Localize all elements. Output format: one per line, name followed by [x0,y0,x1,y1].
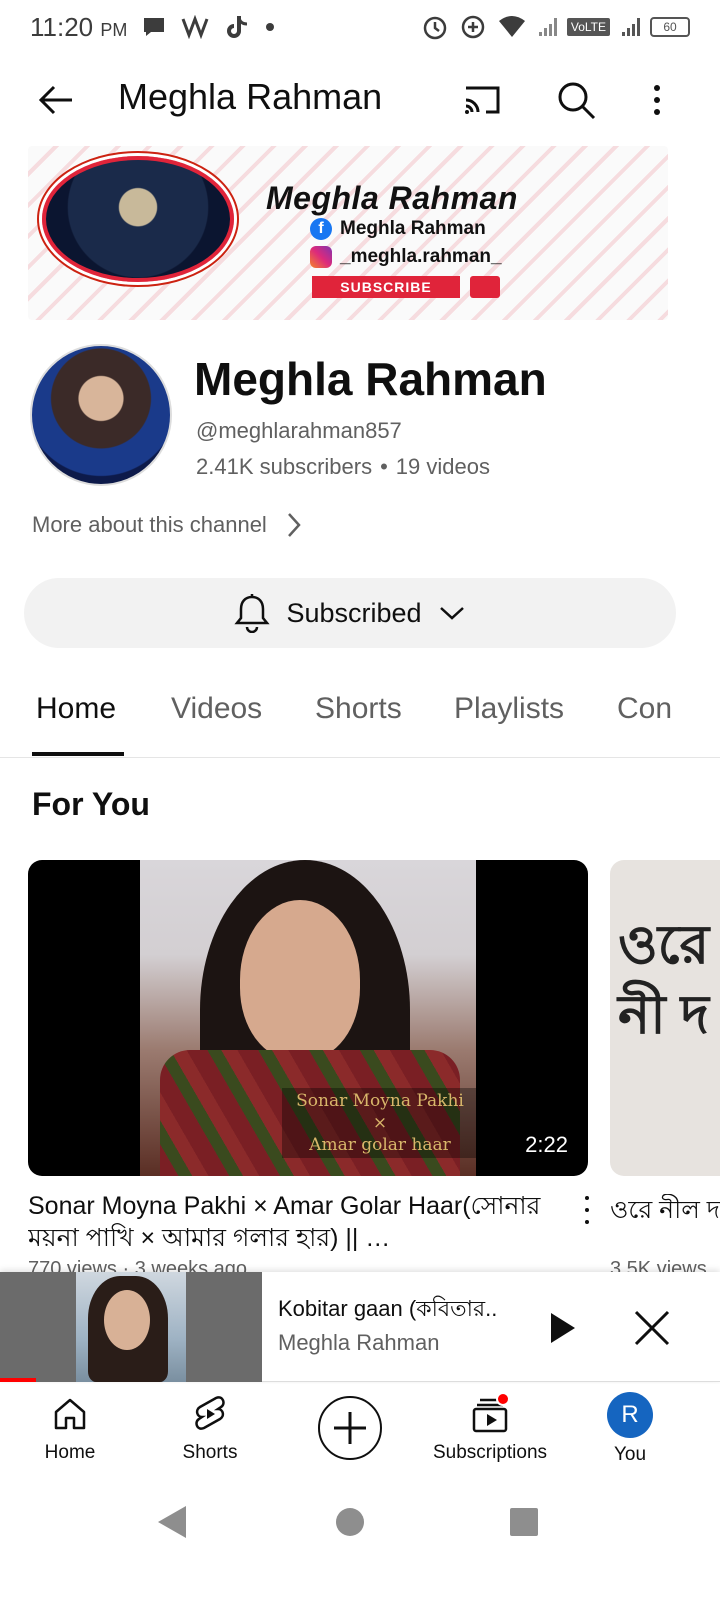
banner-name: Meghla Rahman [266,180,518,216]
more-about-channel-link[interactable]: More about this channel [32,508,303,542]
peek-thumbnail-text: ওরে নী দ [618,915,710,1045]
close-icon [634,1310,670,1346]
tab-home[interactable]: Home [36,692,116,726]
home-icon [48,1392,92,1436]
dot-icon [263,20,277,34]
mini-player-progress [0,1378,36,1382]
wave-icon [181,15,211,39]
subscriptions-icon [468,1392,512,1436]
status-bar: 11:20 PM VoLTE 60 [0,0,720,54]
subscribed-button[interactable]: Subscribed [24,578,676,648]
video-title[interactable]: Sonar Moyna Pakhi × Amar Golar Haar(সোনা… [28,1190,568,1254]
thumbnail-image: Sonar Moyna Pakhi × Amar golar haar [140,860,478,1176]
nav-you[interactable]: R You [560,1392,700,1466]
thumbnail-caption: Sonar Moyna Pakhi × Amar golar haar [282,1088,478,1158]
create-button[interactable] [318,1396,382,1460]
nav-home[interactable]: Home [0,1392,140,1464]
banner-photo [42,156,234,282]
tab-playlists[interactable]: Playlists [454,692,564,726]
wifi-icon [497,15,527,39]
shorts-icon [188,1392,232,1436]
alarm-icon [421,13,449,41]
subscribed-label: Subscribed [286,597,422,628]
play-button[interactable] [540,1306,584,1350]
chevron-right-icon [287,513,301,537]
facebook-icon: f [310,218,332,240]
banner-subscribe: SUBSCRIBE [312,276,460,298]
more-vert-icon[interactable] [640,78,674,122]
system-nav-bar [0,1484,720,1612]
volte-badge: VoLTE [566,18,610,36]
chat-bubble-icon [141,15,167,39]
cast-icon [465,86,500,114]
battery-icon: 60 [650,17,690,37]
status-time: 11:20 PM [30,11,128,42]
video-thumbnail-2[interactable]: ওরে নী দ [610,860,720,1176]
system-home-icon[interactable] [336,1508,364,1536]
plus-icon [334,1412,366,1444]
mini-player[interactable]: Kobitar gaan (কবিতার.. Meghla Rahman [0,1272,720,1382]
mini-thumbnail-image [76,1272,186,1382]
tab-community[interactable]: Con [617,692,672,726]
thumbnail-face [240,900,360,1060]
search-icon [558,82,596,120]
tiktok-icon [225,14,249,40]
close-button[interactable] [630,1306,674,1350]
video-count: 19 videos [395,454,490,479]
system-recents-icon[interactable] [510,1508,538,1536]
notification-dot [496,1392,510,1406]
channel-stats: 2.41K subscribers • 19 videos [196,454,490,480]
back-button[interactable] [34,78,78,122]
channel-name: Meghla Rahman [194,353,547,405]
app-bar-title: Meghla Rahman [118,76,383,117]
data-saver-icon [459,13,487,41]
you-avatar: R [607,1392,653,1438]
banner-bell-icon [470,276,500,298]
tab-shorts[interactable]: Shorts [315,692,402,726]
channel-avatar[interactable] [30,344,172,486]
mini-thumbnail-face [104,1290,150,1350]
mini-player-thumbnail [0,1272,262,1382]
back-arrow-icon [38,85,72,115]
chevron-down-icon [439,607,464,620]
instagram-icon [310,246,332,268]
video-duration: 2:22 [519,1130,574,1160]
nav-shorts[interactable]: Shorts [140,1392,280,1464]
video-more-icon[interactable] [578,1196,596,1224]
channel-tabs: Home Videos Shorts Playlists Con [0,676,720,758]
banner-instagram: _meghla.rahman_ [310,246,502,268]
tab-videos[interactable]: Videos [171,692,262,726]
video-meta-2: 3.5K views [610,1258,707,1272]
mini-player-title: Kobitar gaan (কবিতার.. [278,1296,498,1321]
app-bar: Meghla Rahman [0,62,720,138]
mini-player-channel: Meghla Rahman [278,1330,440,1355]
cast-button[interactable] [460,78,504,122]
search-button[interactable] [554,78,598,122]
bottom-nav: Home Shorts Subscriptions R You [0,1384,720,1480]
section-title: For You [32,786,150,822]
channel-handle: @meghlarahman857 [196,418,402,443]
subscriber-count: 2.41K subscribers [196,454,373,479]
video-thumbnail[interactable]: Sonar Moyna Pakhi × Amar golar haar 2:22 [28,860,588,1176]
banner-facebook: f Meghla Rahman [310,218,486,240]
nav-subscriptions[interactable]: Subscriptions [420,1392,560,1464]
video-meta: 770 views · 3 weeks ago [28,1258,248,1272]
signal-icon-2 [620,16,640,38]
play-icon [551,1313,575,1343]
video-title-2[interactable]: ওরে নীল দরিয়া Meghla Rahman [610,1194,720,1258]
bell-icon [234,594,271,633]
stats-separator: • [380,454,388,479]
system-back-icon[interactable] [158,1506,186,1538]
channel-banner: Meghla Rahman f Meghla Rahman _meghla.ra… [28,146,668,320]
tab-active-indicator [32,752,124,756]
more-about-label: More about this channel [32,512,267,537]
signal-icon [537,16,557,38]
